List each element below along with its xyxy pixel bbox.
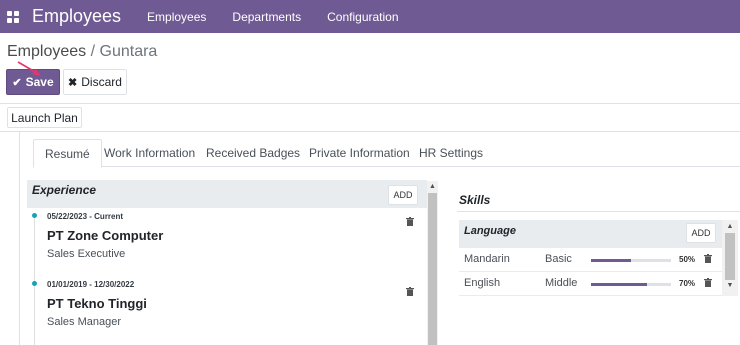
skill-group-title: Language — [464, 225, 516, 237]
skill-name: English — [464, 277, 501, 289]
experience-header: Experience ADD — [27, 180, 427, 208]
trash-icon[interactable] — [704, 278, 712, 287]
experience-role: Sales Manager — [47, 316, 121, 328]
experience-dates: 05/22/2023 - Current — [47, 212, 124, 221]
trash-icon[interactable] — [406, 287, 414, 296]
tab-hr-settings[interactable]: HR Settings — [408, 139, 494, 167]
skill-progress-bar — [591, 283, 671, 286]
timeline-dot — [32, 213, 37, 218]
tab-resume[interactable]: Resumé — [33, 139, 102, 168]
skill-row[interactable]: Mandarin Basic 50% — [459, 248, 722, 272]
scroll-up-icon[interactable]: ▲ — [428, 182, 437, 191]
menu-employees[interactable]: Employees — [147, 10, 206, 24]
launch-plan-label: Launch Plan — [11, 110, 78, 125]
notebook-tabs: Resumé Work Information Received Badges … — [33, 139, 740, 168]
skill-add-button[interactable]: ADD — [686, 223, 716, 243]
skill-progress-label: 50% — [679, 255, 696, 264]
sheet-border — [19, 132, 20, 345]
launch-plan-button[interactable]: Launch Plan — [7, 107, 82, 128]
skill-group-header: Language ADD — [459, 220, 722, 248]
close-icon: ✖ — [68, 76, 78, 89]
timeline-dot — [32, 281, 37, 286]
breadcrumb-current: Guntara — [99, 43, 158, 60]
skill-name: Mandarin — [464, 253, 510, 265]
divider — [457, 211, 740, 212]
pointer-arrow-icon — [17, 61, 41, 76]
skill-level: Basic — [545, 253, 572, 265]
breadcrumb: Employees / Guntara — [7, 43, 157, 61]
experience-add-button[interactable]: ADD — [388, 185, 418, 205]
apps-menu-icon[interactable] — [7, 10, 19, 23]
tab-private-information[interactable]: Private Information — [298, 139, 421, 167]
skill-progress-label: 70% — [679, 279, 696, 288]
scroll-up-icon[interactable]: ▲ — [725, 222, 735, 232]
experience-company: PT Zone Computer — [47, 228, 164, 243]
experience-company: PT Tekno Tinggi — [47, 296, 147, 311]
discard-button[interactable]: ✖ Discard — [63, 69, 127, 95]
tab-work-information[interactable]: Work Information — [93, 139, 206, 167]
skills-title: Skills — [459, 193, 491, 207]
menu-departments[interactable]: Departments — [232, 10, 301, 24]
skill-level: Middle — [545, 277, 578, 289]
experience-role: Sales Executive — [47, 248, 126, 260]
trash-icon[interactable] — [704, 254, 712, 263]
experience-dates: 01/01/2019 - 12/30/2022 — [47, 280, 135, 289]
skill-progress-bar — [591, 259, 671, 262]
skill-progress-fill — [591, 283, 647, 286]
scroll-down-icon[interactable]: ▼ — [725, 281, 735, 291]
discard-label: Discard — [81, 75, 122, 89]
breadcrumb-parent[interactable]: Employees — [7, 43, 86, 60]
menu-configuration[interactable]: Configuration — [327, 10, 398, 24]
top-navbar: Employees Employees Departments Configur… — [0, 0, 740, 33]
skill-row[interactable]: English Middle 70% — [459, 272, 722, 296]
trash-icon[interactable] — [406, 217, 414, 226]
divider — [0, 103, 740, 104]
app-title[interactable]: Employees — [32, 6, 121, 27]
divider — [0, 131, 740, 132]
breadcrumb-separator: / — [86, 43, 100, 60]
skills-scrollbar-thumb[interactable] — [725, 233, 735, 280]
tab-received-badges[interactable]: Received Badges — [195, 139, 311, 167]
skill-progress-fill — [591, 259, 631, 262]
experience-title: Experience — [32, 183, 97, 197]
experience-scrollbar-thumb[interactable] — [428, 193, 437, 345]
